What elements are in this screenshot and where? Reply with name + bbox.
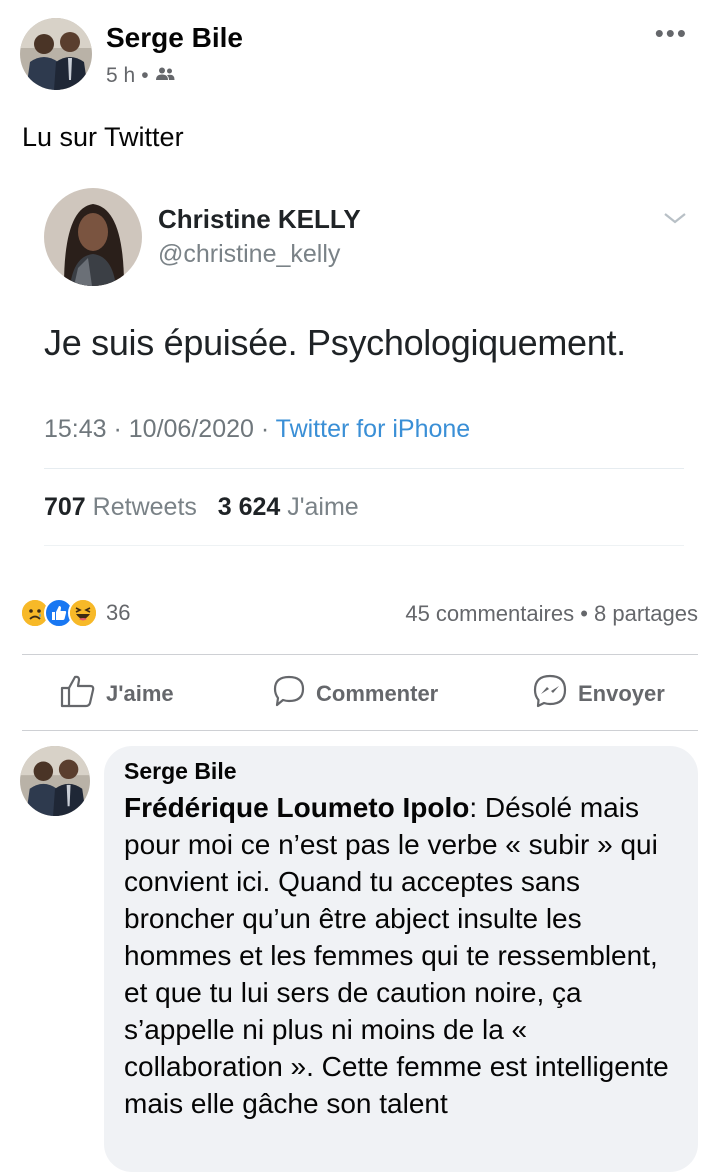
comment-author-name[interactable]: Serge Bile <box>124 758 678 785</box>
retweets-count: 707 <box>44 493 86 521</box>
tweet-timestamp: 15:43 · 10/06/2020 · <box>44 415 276 443</box>
comment-label: Commenter <box>316 681 439 706</box>
tweet-author-handle: @christine_kelly <box>158 240 341 268</box>
count-separator: • <box>580 601 588 626</box>
post-author-name[interactable]: Serge Bile <box>106 22 243 54</box>
like-label: J'aime <box>106 681 174 706</box>
divider <box>22 654 698 655</box>
commenter-avatar[interactable] <box>20 746 90 816</box>
reactions-summary[interactable]: 36 <box>20 598 130 628</box>
more-options-icon[interactable]: ••• <box>655 20 688 46</box>
tweet-divider <box>44 545 684 546</box>
tweet-divider <box>44 468 684 469</box>
tweet-text: Je suis épuisée. Psychologiquement. <box>44 322 626 363</box>
shares-count[interactable]: 8 partages <box>594 601 698 626</box>
comment-bubble: Serge Bile Frédérique Loumeto Ipolo: Dés… <box>104 746 698 1172</box>
messenger-icon <box>532 673 568 715</box>
thumbs-up-icon <box>60 674 96 714</box>
comment-message: : Désolé mais pour moi ce n’est pas le v… <box>124 792 669 1119</box>
comment-text: Frédérique Loumeto Ipolo: Désolé mais po… <box>124 789 678 1122</box>
meta-separator: • <box>141 64 149 87</box>
likes-count: 3 624 <box>217 493 281 521</box>
comment-mention[interactable]: Frédérique Loumeto Ipolo <box>124 792 469 823</box>
haha-reaction-icon <box>68 598 98 628</box>
send-button[interactable]: Envoyer <box>532 672 665 716</box>
author-avatar[interactable] <box>20 18 92 90</box>
comment-button[interactable]: Commenter <box>272 672 438 716</box>
reaction-count: 36 <box>106 600 131 625</box>
retweets-label: Retweets <box>92 493 197 521</box>
send-label: Envoyer <box>578 681 665 706</box>
post-text: Lu sur Twitter <box>22 122 184 152</box>
comments-count[interactable]: 45 commentaires <box>405 601 574 626</box>
tweet-author-name: Christine KELLY <box>158 204 361 234</box>
engagement-counts: 45 commentaires • 8 partages <box>405 601 698 627</box>
likes-label: J'aime <box>287 493 359 521</box>
comment-icon <box>272 674 306 714</box>
divider <box>22 730 698 731</box>
post-time[interactable]: 5 h <box>106 64 135 88</box>
like-button[interactable]: J'aime <box>60 672 174 716</box>
tweet-source: Twitter for iPhone <box>275 415 471 443</box>
post-meta: 5 h • <box>106 64 175 88</box>
friends-icon <box>155 64 175 88</box>
chevron-down-icon <box>662 210 688 231</box>
tweet-meta: 15:43 · 10/06/2020 · Twitter for iPhone <box>44 415 470 444</box>
tweet-stats: 707 Retweets 3 624 J'aime <box>44 493 359 522</box>
tweet-avatar <box>44 188 142 286</box>
